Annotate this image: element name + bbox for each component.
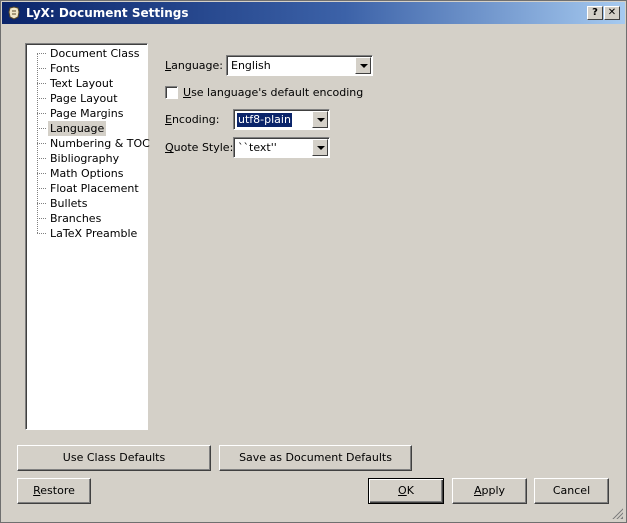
tree-branch-line <box>37 173 46 174</box>
encoding-select-value: utf8-plain <box>236 112 293 128</box>
chevron-down-icon[interactable] <box>312 139 328 156</box>
tree-item-label: Language <box>48 121 107 136</box>
tree-branch-line <box>37 158 46 159</box>
language-select[interactable]: English <box>226 55 373 76</box>
tree-item-branches[interactable]: Branches <box>26 211 147 226</box>
document-settings-dialog: LyX: Document Settings ? ✕ Document Clas… <box>0 0 627 523</box>
tree-branch-line <box>37 203 46 204</box>
tree-branch-line <box>37 113 46 114</box>
tree-branch-line <box>37 68 46 69</box>
tree-item-label: LaTeX Preamble <box>50 227 138 240</box>
tree-branch-line <box>37 143 46 144</box>
tree-item-bullets[interactable]: Bullets <box>26 196 147 211</box>
tree-item-document-class[interactable]: Document Class <box>26 46 147 61</box>
default-encoding-label[interactable]: Use language's default encoding <box>183 86 363 100</box>
tree-item-bibliography[interactable]: Bibliography <box>26 151 147 166</box>
language-select-value: English <box>231 59 271 72</box>
tree-item-numbering-toc[interactable]: Numbering & TOC <box>26 136 150 151</box>
settings-category-tree[interactable]: Document Class Fonts Text Layout Page Layou… <box>25 43 150 430</box>
restore-button[interactable]: Restore <box>17 478 91 504</box>
help-button[interactable]: ? <box>587 6 603 20</box>
tree-item-label: Math Options <box>50 167 124 180</box>
cancel-button[interactable]: Cancel <box>534 478 609 504</box>
tree-item-float-placement[interactable]: Float Placement <box>26 181 147 196</box>
chevron-down-icon[interactable] <box>312 111 328 128</box>
tree-branch-line <box>37 233 46 234</box>
quote-style-label: Quote Style: <box>165 141 234 154</box>
quote-style-select[interactable]: ``text'' <box>233 137 330 158</box>
language-label: Language: <box>165 59 224 72</box>
tree-branch-line <box>37 83 46 84</box>
ok-button[interactable]: OK <box>368 478 444 504</box>
encoding-select[interactable]: utf8-plain <box>233 109 330 130</box>
tree-branch-line <box>37 53 46 54</box>
tree-item-label: Branches <box>50 212 102 225</box>
title-bar[interactable]: LyX: Document Settings ? ✕ <box>2 2 625 24</box>
use-class-defaults-button[interactable]: Use Class Defaults <box>17 445 211 471</box>
tree-item-label: Bullets <box>50 197 88 210</box>
tree-item-label: Float Placement <box>50 182 139 195</box>
default-encoding-checkbox[interactable] <box>165 86 178 99</box>
tree-branch-line <box>37 98 46 99</box>
tree-item-label: Bibliography <box>50 152 120 165</box>
tree-item-page-layout[interactable]: Page Layout <box>26 91 147 106</box>
lyx-app-icon <box>8 6 20 20</box>
encoding-label: Encoding: <box>165 113 220 126</box>
tree-item-label: Page Layout <box>50 92 118 105</box>
tree-item-fonts[interactable]: Fonts <box>26 61 147 76</box>
window-title: LyX: Document Settings <box>26 6 189 20</box>
close-button[interactable]: ✕ <box>604 6 620 20</box>
tree-branch-line <box>37 218 46 219</box>
tree-item-page-margins[interactable]: Page Margins <box>26 106 147 121</box>
save-as-document-defaults-button[interactable]: Save as Document Defaults <box>219 445 412 471</box>
tree-item-label: Fonts <box>50 62 80 75</box>
tree-branch-line <box>37 188 46 189</box>
quote-style-select-value: ``text'' <box>238 141 277 154</box>
tree-item-label: Document Class <box>50 47 140 60</box>
tree-item-text-layout[interactable]: Text Layout <box>26 76 147 91</box>
tree-item-math-options[interactable]: Math Options <box>26 166 147 181</box>
tree-item-latex-preamble[interactable]: LaTeX Preamble <box>26 226 147 241</box>
resize-grip-icon[interactable] <box>611 507 623 519</box>
tree-item-label: Numbering & TOC <box>50 137 150 150</box>
tree-item-label: Page Margins <box>50 107 124 120</box>
tree-branch-line <box>37 128 46 129</box>
tree-item-label: Text Layout <box>50 77 114 90</box>
tree-item-language[interactable]: Language <box>26 121 147 136</box>
apply-button[interactable]: Apply <box>452 478 527 504</box>
chevron-down-icon[interactable] <box>355 57 371 74</box>
